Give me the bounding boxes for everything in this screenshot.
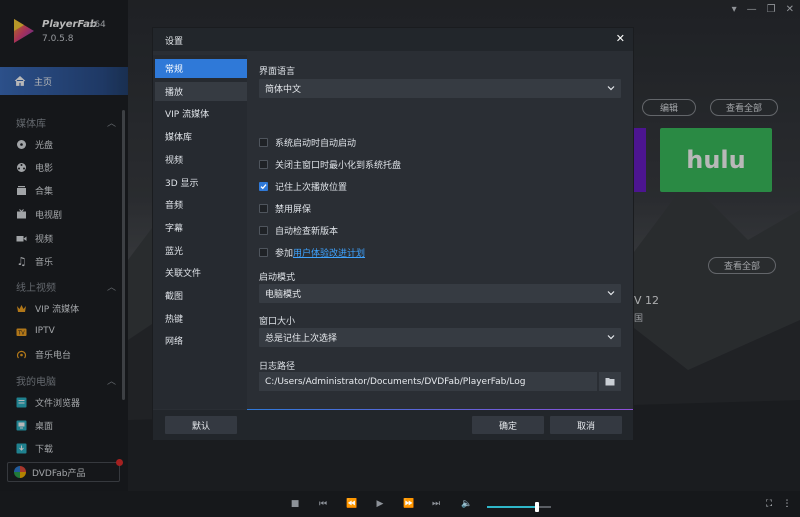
rewind-icon[interactable]: ⏪ (346, 499, 357, 509)
checkbox-label: 禁用屏保 (275, 204, 312, 215)
window-size-label: 窗口大小 (259, 317, 296, 327)
fast-forward-icon[interactable]: ⏩ (403, 499, 414, 509)
settings-nav-item[interactable]: 视频 (155, 150, 247, 169)
checkbox[interactable] (259, 225, 268, 235)
settings-nav-item[interactable]: 音频 (155, 195, 247, 214)
window-size-select[interactable]: 总是记住上次选择 (259, 328, 621, 347)
setting-checkbox-row[interactable]: 系统启动时自动启动 (259, 136, 357, 149)
checkbox-label: 关闭主窗口时最小化到系统托盘 (275, 160, 402, 171)
settings-dialog: 设置 ✕ 常规播放 VIP 流媒体 媒体库视频 3D 显示音频字幕蓝光关联文件截图热键… (152, 27, 634, 441)
settings-nav-item[interactable]: 热键 (155, 309, 247, 328)
checkbox-label: 自动检查新版本 (275, 226, 339, 237)
log-path-input[interactable]: C:/Users/Administrator/Documents/DVDFab/… (259, 372, 597, 391)
browse-folder-button[interactable] (599, 372, 621, 391)
settings-grid-icon[interactable]: ⋮ (782, 499, 792, 509)
settings-nav-item[interactable]: 截图 (155, 286, 247, 305)
dialog-title: 设置 (165, 37, 184, 47)
settings-nav-item[interactable]: 媒体库 (155, 127, 247, 146)
setting-checkbox-row[interactable]: 禁用屏保 (259, 202, 312, 215)
chevron-down-icon (607, 86, 615, 91)
close-icon[interactable]: ✕ (616, 32, 625, 45)
setting-checkbox-row[interactable]: 关闭主窗口时最小化到系统托盘 (259, 158, 402, 171)
setting-checkbox-row[interactable]: 自动检查新版本 (259, 224, 339, 237)
settings-nav-item[interactable]: VIP 流媒体 (155, 104, 247, 123)
stop-icon[interactable]: ■ (290, 499, 300, 509)
setting-checkbox-row[interactable]: 记住上次播放位置 (259, 180, 348, 193)
settings-general-panel: 界面语言 简体中文 系统启动时自动启动关闭主窗口时最小化到系统托盘 记住上次播放位… (247, 55, 633, 409)
volume-slider-fill (487, 506, 537, 508)
checkbox-label: 系统启动时自动启动 (275, 138, 357, 149)
ok-button[interactable]: 确定 (472, 416, 544, 434)
settings-nav-item[interactable]: 关联文件 (155, 263, 247, 282)
settings-nav: 常规播放 VIP 流媒体 媒体库视频 3D 显示音频字幕蓝光关联文件截图热键网络 (153, 55, 247, 409)
checkbox[interactable] (259, 137, 268, 147)
chevron-down-icon (607, 291, 615, 296)
settings-nav-item[interactable]: 蓝光 (155, 241, 247, 260)
fullscreen-icon[interactable]: ⛶ (764, 499, 774, 509)
previous-icon[interactable]: ⏮ (318, 499, 328, 509)
checkbox-checked[interactable] (259, 181, 268, 191)
checkbox-label: 记住上次播放位置 (275, 182, 348, 193)
settings-nav-item[interactable]: 3D 显示 (155, 173, 247, 192)
settings-nav-item[interactable]: 字幕 (155, 218, 247, 237)
play-icon[interactable]: ▶ (375, 499, 385, 509)
checkbox[interactable] (259, 159, 268, 169)
checkbox[interactable] (259, 203, 268, 213)
startup-mode-label: 启动模式 (259, 273, 296, 283)
startup-mode-select[interactable]: 电脑模式 (259, 284, 621, 303)
settings-nav-item[interactable]: 常规 (155, 59, 247, 78)
dialog-title-bar: 设置 ✕ (153, 28, 633, 51)
volume-icon[interactable]: 🔈 (461, 499, 472, 509)
checkmark-icon (260, 183, 267, 189)
language-select[interactable]: 简体中文 (259, 79, 621, 98)
ux-program-link[interactable]: 用户体验改进计划 (293, 246, 365, 259)
volume-slider-handle[interactable] (534, 502, 539, 512)
log-path-label: 日志路径 (259, 362, 296, 372)
next-icon[interactable]: ⏭ (431, 499, 441, 509)
checkbox[interactable] (259, 247, 268, 257)
chevron-down-icon (607, 335, 615, 340)
language-label: 界面语言 (259, 67, 296, 77)
dialog-footer: 默认 确定 取消 (153, 410, 633, 440)
settings-nav-item[interactable]: 网络 (155, 331, 247, 350)
join-ux-program-checkbox-row[interactable]: 参加 用户体验改进计划 (259, 246, 365, 259)
default-button[interactable]: 默认 (165, 416, 237, 434)
cancel-button[interactable]: 取消 (550, 416, 622, 434)
player-control-bar: ■ ⏮ ⏪ ▶ ⏩ ⏭ 🔈 ⛶ ⋮ (0, 491, 800, 517)
folder-icon (605, 378, 615, 386)
settings-nav-item[interactable]: 播放 (155, 81, 247, 101)
